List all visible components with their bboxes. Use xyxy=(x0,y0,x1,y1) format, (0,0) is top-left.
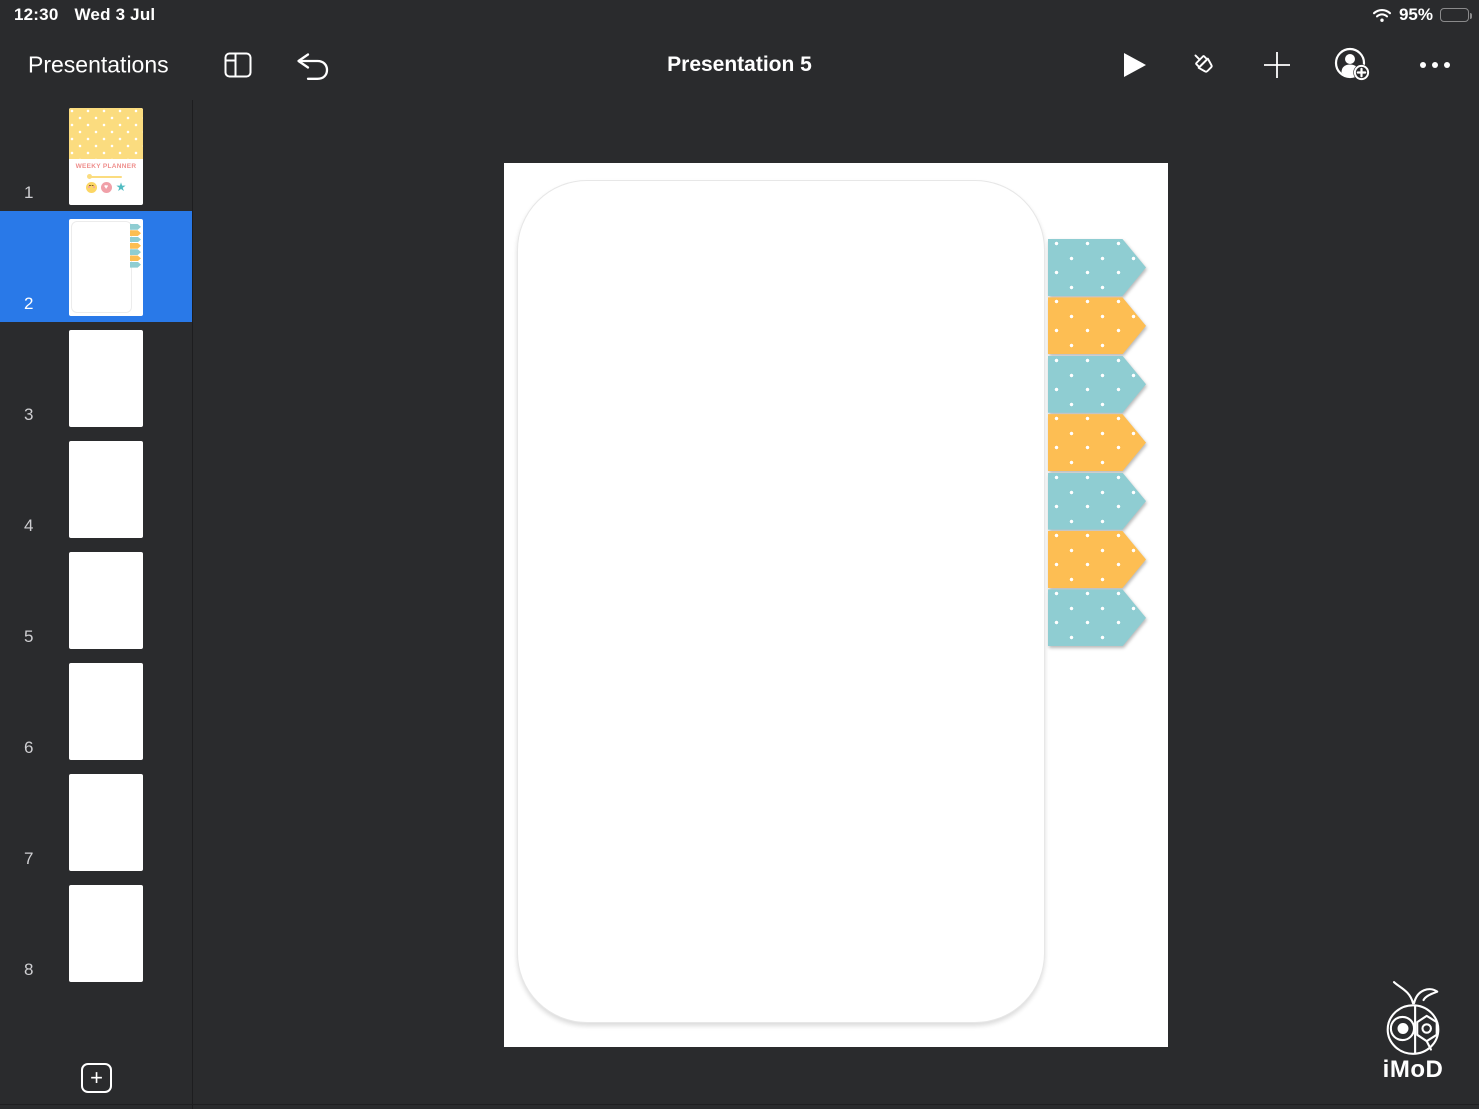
slide-number: 1 xyxy=(24,183,34,202)
toolbar: Presentations Presentation 5 xyxy=(0,30,1479,100)
slide-row-7[interactable]: 7 xyxy=(0,766,192,877)
keynote-ipad-screen: 12:30 Wed 3 Jul 95% Presentations Presen… xyxy=(0,0,1479,1109)
slide-row-5[interactable]: 5 xyxy=(0,544,192,655)
slide-navigator: 1 WEEKY PLANNER ♥ ★ 2 3 4 5 6 7 8 + xyxy=(0,100,193,1109)
mini-planner-outline xyxy=(71,221,132,313)
mini-tab-3 xyxy=(130,236,141,243)
bottom-divider xyxy=(0,1104,1479,1105)
document-title: Presentation 5 xyxy=(667,53,812,76)
tab-shape-wrap-2 xyxy=(1048,297,1146,355)
slide-thumbnail-4[interactable] xyxy=(69,441,143,538)
status-time: 12:30 xyxy=(14,5,59,24)
imod-logo-icon xyxy=(1386,981,1440,1055)
status-bar: 12:30 Wed 3 Jul 95% xyxy=(0,0,1479,30)
slide-number: 6 xyxy=(24,738,34,757)
tab-column xyxy=(1048,239,1146,648)
mini-tab-column xyxy=(130,224,141,268)
polkadot-tab-3[interactable] xyxy=(1048,355,1146,413)
imod-label: iMoD xyxy=(1382,1056,1444,1083)
slide-row-6[interactable]: 6 xyxy=(0,655,192,766)
heart-icon: ♥ xyxy=(100,181,112,193)
slide-number: 3 xyxy=(24,405,34,424)
slide-thumbnail-1[interactable]: WEEKY PLANNER ♥ ★ xyxy=(69,108,143,205)
tab-shape-wrap-4 xyxy=(1048,414,1146,472)
polkadot-tab-4[interactable] xyxy=(1048,414,1146,472)
slide-thumbnail-6[interactable] xyxy=(69,663,143,760)
slide-number: 4 xyxy=(24,516,34,535)
mini-tab-4 xyxy=(130,242,141,249)
slide-thumbnail-8[interactable] xyxy=(69,885,143,982)
cover-icons: ♥ ★ xyxy=(69,179,143,194)
polkadot-tab-1[interactable] xyxy=(1048,239,1146,296)
slide-row-4[interactable]: 4 xyxy=(0,433,192,544)
tab-shape-wrap-5 xyxy=(1048,472,1146,530)
slide-thumbnail-2[interactable] xyxy=(69,219,143,316)
imod-watermark: iMoD xyxy=(1381,980,1445,1084)
mini-tab-5 xyxy=(130,249,141,255)
slide-number: 2 xyxy=(24,294,34,313)
slide-row-2[interactable]: 2 xyxy=(0,211,192,322)
polkadot-tab-7[interactable] xyxy=(1048,589,1146,647)
wifi-icon xyxy=(1372,8,1392,23)
slide-row-8[interactable]: 8 xyxy=(0,877,192,988)
cover-title: WEEKY PLANNER xyxy=(75,163,137,171)
add-slide-button[interactable]: + xyxy=(81,1063,112,1093)
more-icon[interactable] xyxy=(1420,62,1450,68)
emoji-face-icon xyxy=(85,181,97,193)
play-icon[interactable] xyxy=(1122,51,1148,79)
collaborate-icon[interactable] xyxy=(1332,46,1376,84)
slide-thumbnail-7[interactable] xyxy=(69,774,143,871)
slide-row-1[interactable]: 1 WEEKY PLANNER ♥ ★ xyxy=(0,100,192,211)
cover-polkadot-header xyxy=(69,108,143,160)
polkadot-tab-5[interactable] xyxy=(1048,472,1146,530)
mini-tab-1 xyxy=(130,224,141,230)
polkadot-tab-6[interactable] xyxy=(1048,530,1146,588)
tab-shape-wrap-3 xyxy=(1048,355,1146,413)
tab-shape-wrap-1 xyxy=(1048,239,1146,296)
star-icon: ★ xyxy=(115,179,127,194)
mini-tab-6 xyxy=(130,255,141,262)
slide-canvas[interactable] xyxy=(504,163,1168,1047)
polkadot-tab-2[interactable] xyxy=(1048,297,1146,355)
status-time-date: 12:30 Wed 3 Jul xyxy=(14,5,155,25)
battery-percent: 95% xyxy=(1398,5,1433,24)
slide-number: 8 xyxy=(24,960,34,979)
cover-divider xyxy=(86,174,123,180)
tab-shape-wrap-7 xyxy=(1048,589,1146,647)
battery-icon xyxy=(1440,8,1472,22)
mini-tab-2 xyxy=(130,230,141,237)
mini-tab-7 xyxy=(130,261,141,268)
slide-row-3[interactable]: 3 xyxy=(0,322,192,433)
slide-number: 5 xyxy=(24,627,34,646)
planner-card-shape[interactable] xyxy=(517,180,1045,1023)
add-icon[interactable] xyxy=(1262,50,1292,80)
tab-shape-wrap-6 xyxy=(1048,530,1146,588)
status-date: Wed 3 Jul xyxy=(74,5,156,24)
format-brush-icon[interactable] xyxy=(1188,48,1222,82)
slide-thumbnail-3[interactable] xyxy=(69,330,143,427)
slide-thumbnail-5[interactable] xyxy=(69,552,143,649)
slide-number: 7 xyxy=(24,849,34,868)
